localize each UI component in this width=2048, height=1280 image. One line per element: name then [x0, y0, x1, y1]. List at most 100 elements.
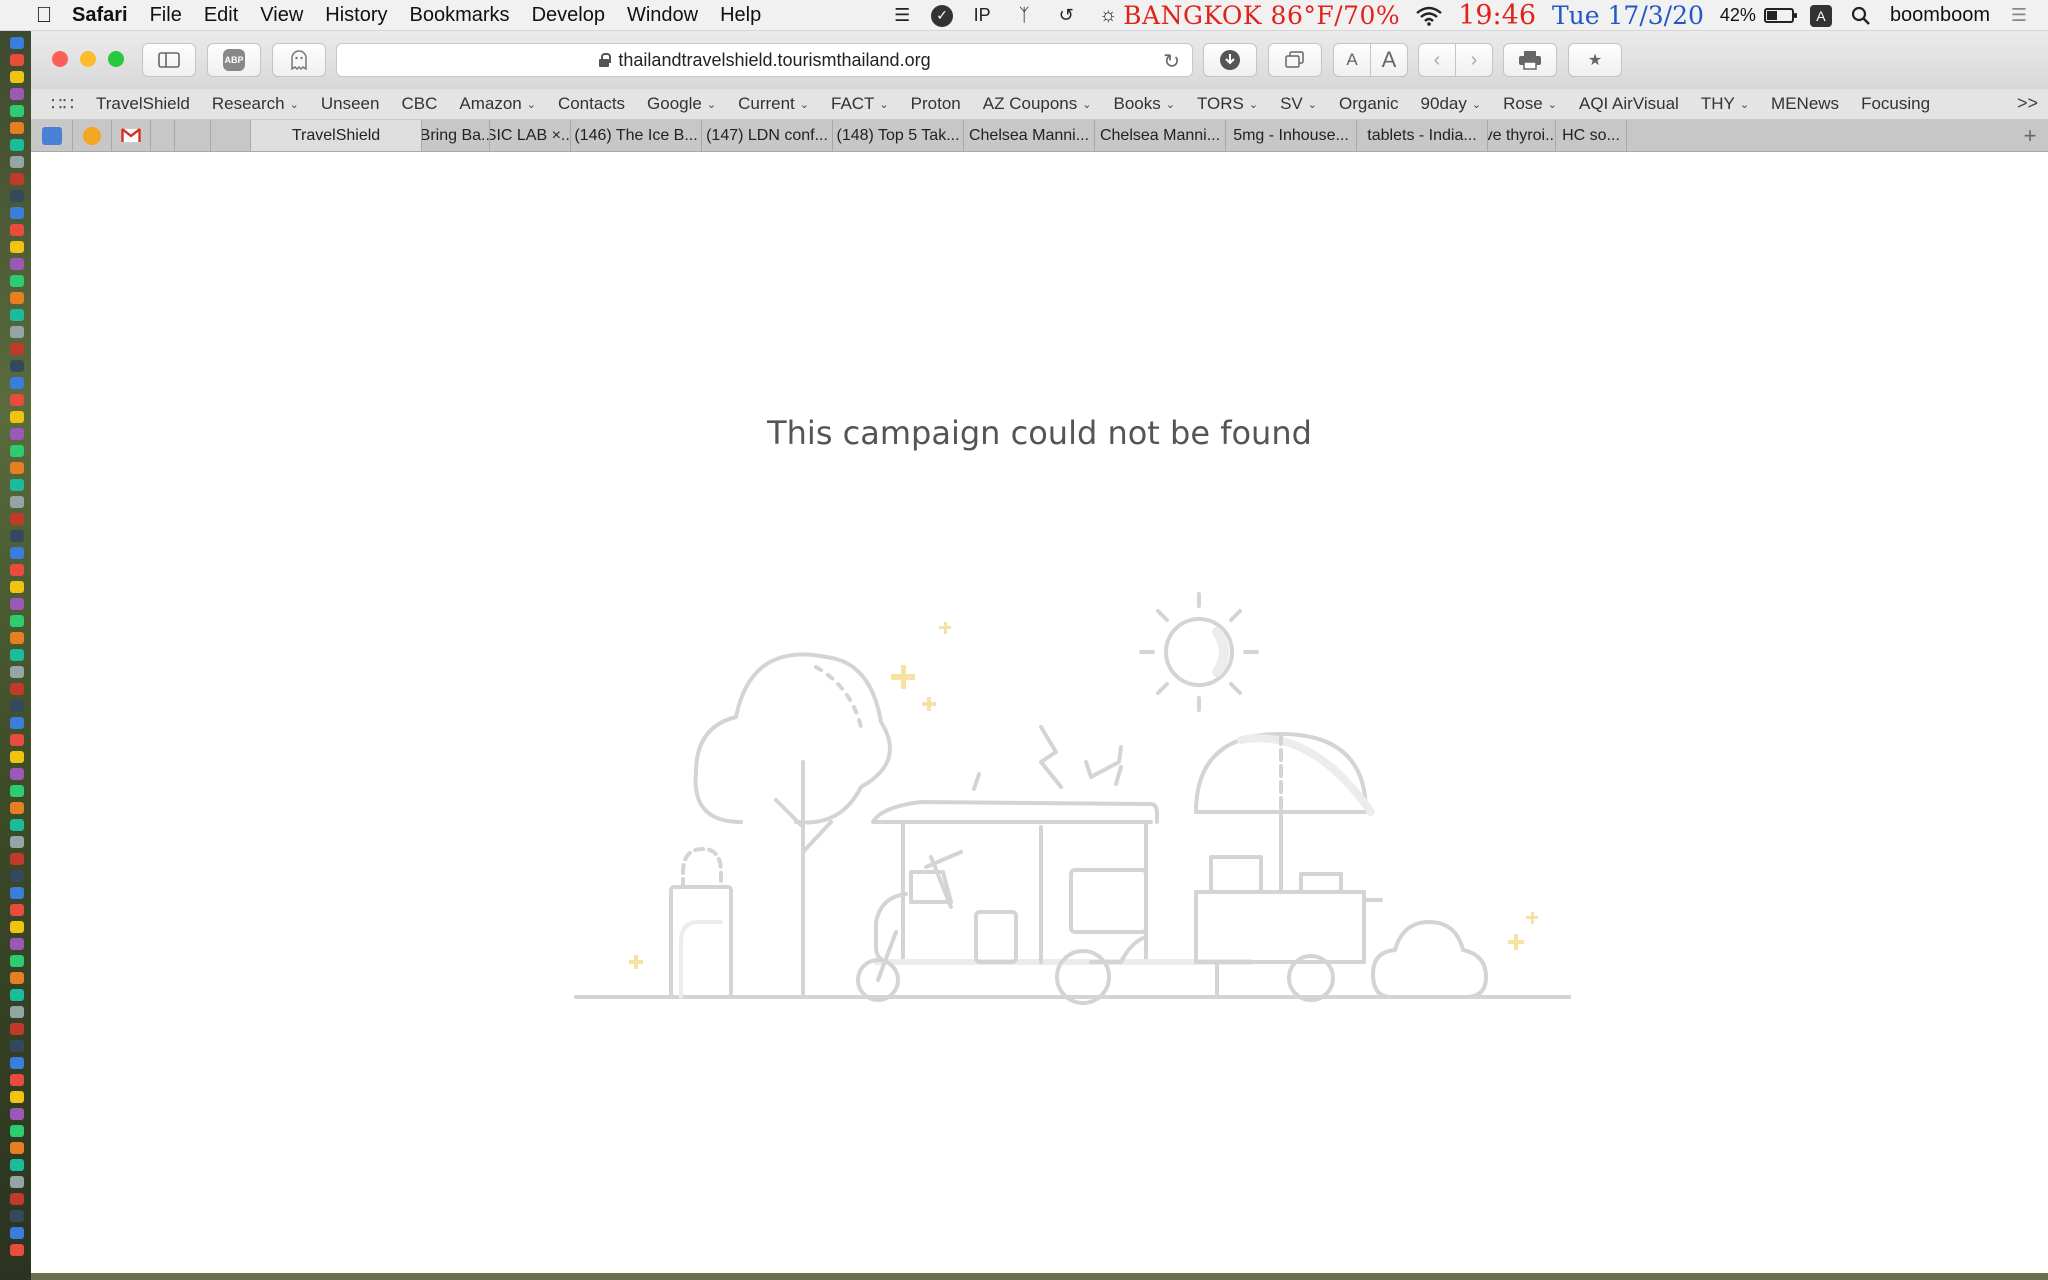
browser-tab[interactable]: (147) LDN conf...	[702, 120, 833, 151]
dock-app-icon[interactable]	[10, 598, 24, 610]
clock-date[interactable]: Tue 17/3/20	[1552, 1, 1704, 30]
pinned-tab-orange[interactable]	[73, 120, 112, 151]
browser-tab[interactable]: (148) Top 5 Tak...	[833, 120, 964, 151]
dock-app-icon[interactable]	[10, 394, 24, 406]
dock-app-icon[interactable]	[10, 1176, 24, 1188]
dock-app-icon[interactable]	[10, 54, 24, 66]
menu-bookmarks[interactable]: Bookmarks	[399, 4, 521, 27]
dock-app-icon[interactable]	[10, 377, 24, 389]
reload-icon[interactable]: ↻	[1163, 49, 1180, 74]
weather-widget[interactable]: ☼ BANGKOK 86°F/70%	[1095, 1, 1400, 30]
dock-app-icon[interactable]	[10, 1193, 24, 1205]
dock-app-icon[interactable]	[10, 547, 24, 559]
user-name[interactable]: boomboom	[1890, 4, 1990, 27]
bookmark-item[interactable]: SV ⌄	[1269, 94, 1328, 114]
pinned-tab-blank-1[interactable]	[151, 120, 175, 151]
browser-tab[interactable]: TravelShield	[251, 120, 422, 151]
close-window-button[interactable]	[52, 51, 68, 67]
bookmark-item[interactable]: Rose ⌄	[1492, 94, 1568, 114]
dock-app-icon[interactable]	[10, 1023, 24, 1035]
dock-app-icon[interactable]	[10, 972, 24, 984]
menu-history[interactable]: History	[314, 4, 398, 27]
time-machine-icon[interactable]: ↺	[1053, 5, 1079, 27]
dock-app-icon[interactable]	[10, 1108, 24, 1120]
dock-app-icon[interactable]	[10, 1159, 24, 1171]
dock-app-icon[interactable]	[10, 1227, 24, 1239]
dock-app-icon[interactable]	[10, 411, 24, 423]
bookmark-item[interactable]: Proton	[900, 94, 972, 114]
text-smaller-button[interactable]: A	[1333, 43, 1371, 77]
bookmark-item[interactable]: THY ⌄	[1690, 94, 1760, 114]
dock-app-icon[interactable]	[10, 275, 24, 287]
input-source-icon[interactable]: A	[1809, 4, 1832, 27]
wifi-icon[interactable]	[1416, 5, 1442, 27]
address-bar[interactable]: thailandtravelshield.tourismthailand.org…	[336, 43, 1193, 77]
dock-app-icon[interactable]	[10, 1125, 24, 1137]
dock-app-icon[interactable]	[10, 734, 24, 746]
app-menu[interactable]: Safari	[60, 4, 139, 27]
bookmark-item[interactable]: Contacts	[547, 94, 636, 114]
browser-tab[interactable]: HC so...	[1556, 120, 1627, 151]
dock-app-icon[interactable]	[10, 870, 24, 882]
bookmarks-overflow-button[interactable]: >>	[2017, 93, 2038, 114]
dock-app-icon[interactable]	[10, 904, 24, 916]
dock-app-icon[interactable]	[10, 615, 24, 627]
bookmark-item[interactable]: Google ⌄	[636, 94, 727, 114]
dock-app-icon[interactable]	[10, 989, 24, 1001]
ghostery-button[interactable]	[272, 43, 326, 77]
dock-app-icon[interactable]	[10, 700, 24, 712]
forward-button[interactable]: ›	[1455, 43, 1493, 77]
tab-overview-button[interactable]	[1268, 43, 1322, 77]
dock-app-icon[interactable]	[10, 1210, 24, 1222]
minimize-window-button[interactable]	[80, 51, 96, 67]
dock-app-icon[interactable]	[10, 1006, 24, 1018]
new-tab-button[interactable]: +	[2012, 120, 2048, 151]
apps-grid-icon[interactable]: ∷∷	[51, 94, 85, 115]
dock-app-icon[interactable]	[10, 802, 24, 814]
dock-app-icon[interactable]	[10, 513, 24, 525]
dock-app-icon[interactable]	[10, 224, 24, 236]
dock-app-icon[interactable]	[10, 836, 24, 848]
dock-app-icon[interactable]	[10, 326, 24, 338]
bookmark-item[interactable]: Current ⌄	[727, 94, 820, 114]
bookmark-item[interactable]: Focusing	[1850, 94, 1941, 114]
dock-app-icon[interactable]	[10, 666, 24, 678]
bookmark-item[interactable]: Amazon ⌄	[448, 94, 547, 114]
browser-tab[interactable]: SIC LAB ×...	[490, 120, 571, 151]
bookmark-item[interactable]: AQI AirVisual	[1568, 94, 1690, 114]
pinned-tab-blank-2[interactable]	[175, 120, 211, 151]
dock-app-icon[interactable]	[10, 173, 24, 185]
back-button[interactable]: ‹	[1418, 43, 1456, 77]
stack-icon[interactable]: ☰	[889, 5, 915, 27]
check-icon[interactable]: ✓	[931, 4, 954, 27]
bookmark-item[interactable]: FACT ⌄	[820, 94, 900, 114]
battery-widget[interactable]: 42%	[1720, 5, 1797, 26]
bookmark-item[interactable]: TravelShield	[85, 94, 201, 114]
adblock-button[interactable]: ABP	[207, 43, 261, 77]
browser-tab[interactable]: Chelsea Manni...	[964, 120, 1095, 151]
dock-app-icon[interactable]	[10, 88, 24, 100]
dock-app-icon[interactable]	[10, 683, 24, 695]
dock-app-icon[interactable]	[10, 428, 24, 440]
bookmark-item[interactable]: Unseen	[310, 94, 391, 114]
bookmark-item[interactable]: Research ⌄	[201, 94, 310, 114]
malwarebytes-icon[interactable]: ᛉ	[1011, 5, 1037, 27]
bookmark-item[interactable]: TORS ⌄	[1186, 94, 1269, 114]
dock-app-icon[interactable]	[10, 853, 24, 865]
dock-app-icon[interactable]	[10, 751, 24, 763]
browser-tab[interactable]: ve thyroi...	[1488, 120, 1556, 151]
zoom-window-button[interactable]	[108, 51, 124, 67]
dock-app-icon[interactable]	[10, 564, 24, 576]
dock-app-icon[interactable]	[10, 768, 24, 780]
spotlight-search-icon[interactable]	[1848, 5, 1874, 27]
dock-app-icon[interactable]	[10, 139, 24, 151]
dock-app-icon[interactable]	[10, 105, 24, 117]
menu-window[interactable]: Window	[616, 4, 709, 27]
sidebar-toggle-button[interactable]	[142, 43, 196, 77]
dock-app-icon[interactable]	[10, 71, 24, 83]
dock-app-icon[interactable]	[10, 632, 24, 644]
dock-app-icon[interactable]	[10, 1244, 24, 1256]
dock-app-icon[interactable]	[10, 1142, 24, 1154]
dock-app-icon[interactable]	[10, 530, 24, 542]
browser-tab[interactable]: (146) The Ice B...	[571, 120, 702, 151]
